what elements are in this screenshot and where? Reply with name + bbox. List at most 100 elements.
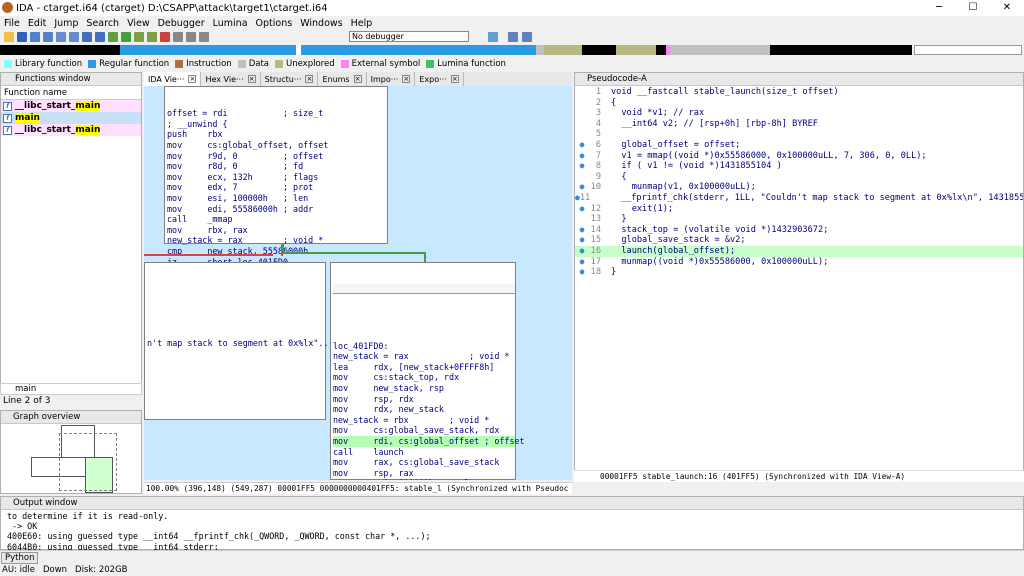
asm-line[interactable]: mov r9d, 0 ; offset	[167, 151, 387, 162]
menu-view[interactable]: View	[123, 18, 154, 29]
asm-line[interactable]: mov r8d, 0 ; fd	[167, 161, 387, 172]
breakpoint-dot-icon[interactable]: ●	[575, 267, 589, 278]
asm-line[interactable]: call launch	[333, 447, 515, 458]
close-icon[interactable]: ×	[402, 75, 411, 83]
breakpoint-dot-icon[interactable]	[575, 172, 589, 183]
play-icon[interactable]	[173, 32, 183, 42]
breakpoint-dot-icon[interactable]	[575, 98, 589, 109]
graph-block-entry[interactable]: offset = rdi ; size_t; __unwind {push rb…	[164, 86, 388, 267]
tool-icon[interactable]	[134, 32, 144, 42]
menu-file[interactable]: File	[0, 18, 24, 29]
asm-line[interactable]: mov esi, 100000h ; len	[333, 478, 515, 480]
pseudocode-line[interactable]: 3 void *v1; // rax	[575, 108, 1023, 119]
debugger-select[interactable]: No debugger	[349, 31, 469, 42]
function-search-input[interactable]: main	[0, 383, 142, 395]
function-row-main[interactable]: f main	[1, 112, 141, 124]
step-icon[interactable]	[522, 32, 532, 42]
pseudocode-line[interactable]: ● 7 v1 = mmap((void *)0x55586000, 0x10000…	[575, 151, 1023, 162]
graph-overview[interactable]: Graph overview	[0, 410, 142, 494]
open-icon[interactable]	[4, 32, 14, 42]
asm-line[interactable]: new_stack = rax ; void *	[167, 235, 387, 246]
tool2-icon[interactable]	[147, 32, 157, 42]
asm-line[interactable]: mov edx, 7 ; prot	[167, 182, 387, 193]
close-button[interactable]: ✕	[990, 0, 1024, 16]
asm-line[interactable]: mov rdx, new_stack	[333, 404, 515, 415]
forward-icon[interactable]	[43, 32, 53, 42]
pseudocode-line[interactable]: ● 16 launch(global_offset);	[575, 245, 1023, 257]
output-text[interactable]: to determine if it is read-only. -> OK 40…	[7, 511, 431, 552]
breakpoint-dot-icon[interactable]	[575, 87, 589, 98]
breakpoint-dot-icon[interactable]: ●	[575, 257, 589, 268]
navigation-dropdown[interactable]	[914, 45, 1022, 55]
tab-hex-view[interactable]: Hex Vie··· ×	[201, 72, 261, 86]
graph-view[interactable]: offset = rdi ; size_t; __unwind {push rb…	[144, 86, 572, 480]
graph-block-loc-401fd0[interactable]: loc_401FD0: new_stack = rax ; void * lea r…	[330, 262, 525, 480]
breakpoint-dot-icon[interactable]: ●	[575, 246, 589, 257]
maximize-button[interactable]: ☐	[956, 0, 990, 16]
search-icon[interactable]	[69, 32, 79, 42]
asm-line[interactable]: mov rdi, cs:global_offset ; offset	[333, 435, 525, 447]
breakpoint-dot-icon[interactable]: ●	[575, 140, 589, 151]
asm-line[interactable]: call _mmap	[167, 214, 387, 225]
pseudocode-line[interactable]: ● 18}	[575, 267, 1023, 278]
breakpoint-dot-icon[interactable]	[575, 129, 589, 140]
asm-line[interactable]: mov rsp, rdx	[333, 394, 515, 405]
pseudocode-line[interactable]: 2{	[575, 98, 1023, 109]
asm-line[interactable]: mov cs:global_offset, offset	[167, 140, 387, 151]
asm-line[interactable]: mov rax, cs:global_save_stack	[333, 457, 515, 468]
menu-debugger[interactable]: Debugger	[154, 18, 209, 29]
breakpoint-dot-icon[interactable]: ●	[575, 235, 589, 246]
menu-jump[interactable]: Jump	[50, 18, 82, 29]
options-icon[interactable]	[508, 32, 518, 42]
minimize-button[interactable]: ─	[922, 0, 956, 16]
pseudocode-line[interactable]: 13 }	[575, 214, 1023, 225]
breakpoint-dot-icon[interactable]: ●	[575, 151, 589, 162]
back-icon[interactable]	[30, 32, 40, 42]
asm-line[interactable]: mov edi, 55586000h ; addr	[167, 204, 387, 215]
tab-structures[interactable]: Structu··· ×	[261, 72, 319, 86]
delete-icon[interactable]	[160, 32, 170, 42]
navigation-band[interactable]	[0, 45, 912, 55]
function-name-column-header[interactable]: Function name	[1, 86, 141, 100]
menu-search[interactable]: Search	[82, 18, 123, 29]
close-icon[interactable]: ×	[353, 75, 362, 83]
graph-block-error[interactable]: n't map stack to segment at 0x%lx"...	[144, 262, 334, 420]
breakpoint-dot-icon[interactable]: ●	[575, 182, 589, 193]
python-button[interactable]: Python	[1, 551, 39, 564]
asm-line[interactable]: loc_401FD0:	[333, 341, 515, 352]
pseudocode-line[interactable]: ● 12 exit(1);	[575, 204, 1023, 215]
asm-line[interactable]: mov rbx, rax	[167, 225, 387, 236]
asm-line[interactable]: new_stack = rax ; void *	[333, 351, 515, 362]
pseudocode-line[interactable]: ● 14 stack_top = (volatile void *)1432903…	[575, 225, 1023, 236]
breakpoint-dot-icon[interactable]: ●	[575, 204, 589, 215]
pseudocode-line[interactable]: 9 {	[575, 172, 1023, 183]
pseudocode-line[interactable]: ● 6 global_offset = offset;	[575, 140, 1023, 151]
breakpoint-dot-icon[interactable]	[575, 119, 589, 130]
asm-line[interactable]: ; __unwind {	[167, 119, 387, 130]
asm-line[interactable]: mov cs:global_save_stack, rdx	[333, 425, 515, 436]
close-icon[interactable]: ×	[247, 75, 256, 83]
asm-line[interactable]: mov new_stack, rsp	[333, 383, 515, 394]
pseudocode-line[interactable]: 1 void __fastcall stable_launch(size_t of…	[575, 87, 1023, 98]
breakpoint-dot-icon[interactable]: ●	[575, 161, 589, 172]
function-row-libc-start-main[interactable]: f __libc_start_ main	[1, 100, 141, 112]
pseudocode-line[interactable]: ● 17 munmap((void *)0x55586000, 0x100000u…	[575, 257, 1023, 268]
tab-exports[interactable]: Expo··· ×	[415, 72, 464, 86]
menu-windows[interactable]: Windows	[296, 18, 346, 29]
asm-line[interactable]: mov esi, 100000h ; len	[167, 193, 387, 204]
close-icon[interactable]: ×	[450, 75, 459, 83]
asm-line[interactable]: mov cs:stack_top, rdx	[333, 372, 515, 383]
tab-ida-view[interactable]: IDA Vie··· ×	[144, 72, 202, 86]
pseudocode-line[interactable]: ● 15 global_save_stack = &v2;	[575, 235, 1023, 246]
close-icon[interactable]: ×	[188, 75, 197, 83]
menu-help[interactable]: Help	[347, 18, 377, 29]
run-icon[interactable]	[121, 32, 131, 42]
menu-lumina[interactable]: Lumina	[209, 18, 252, 29]
asm-line[interactable]: mov ecx, 132h ; flags	[167, 172, 387, 183]
attach-icon[interactable]	[488, 32, 498, 42]
asm-line[interactable]: push rbx	[167, 129, 387, 140]
data-icon[interactable]	[95, 32, 105, 42]
asm-line[interactable]: mov rsp, rax	[333, 468, 515, 479]
graph-icon[interactable]	[108, 32, 118, 42]
stop-icon[interactable]	[199, 32, 209, 42]
